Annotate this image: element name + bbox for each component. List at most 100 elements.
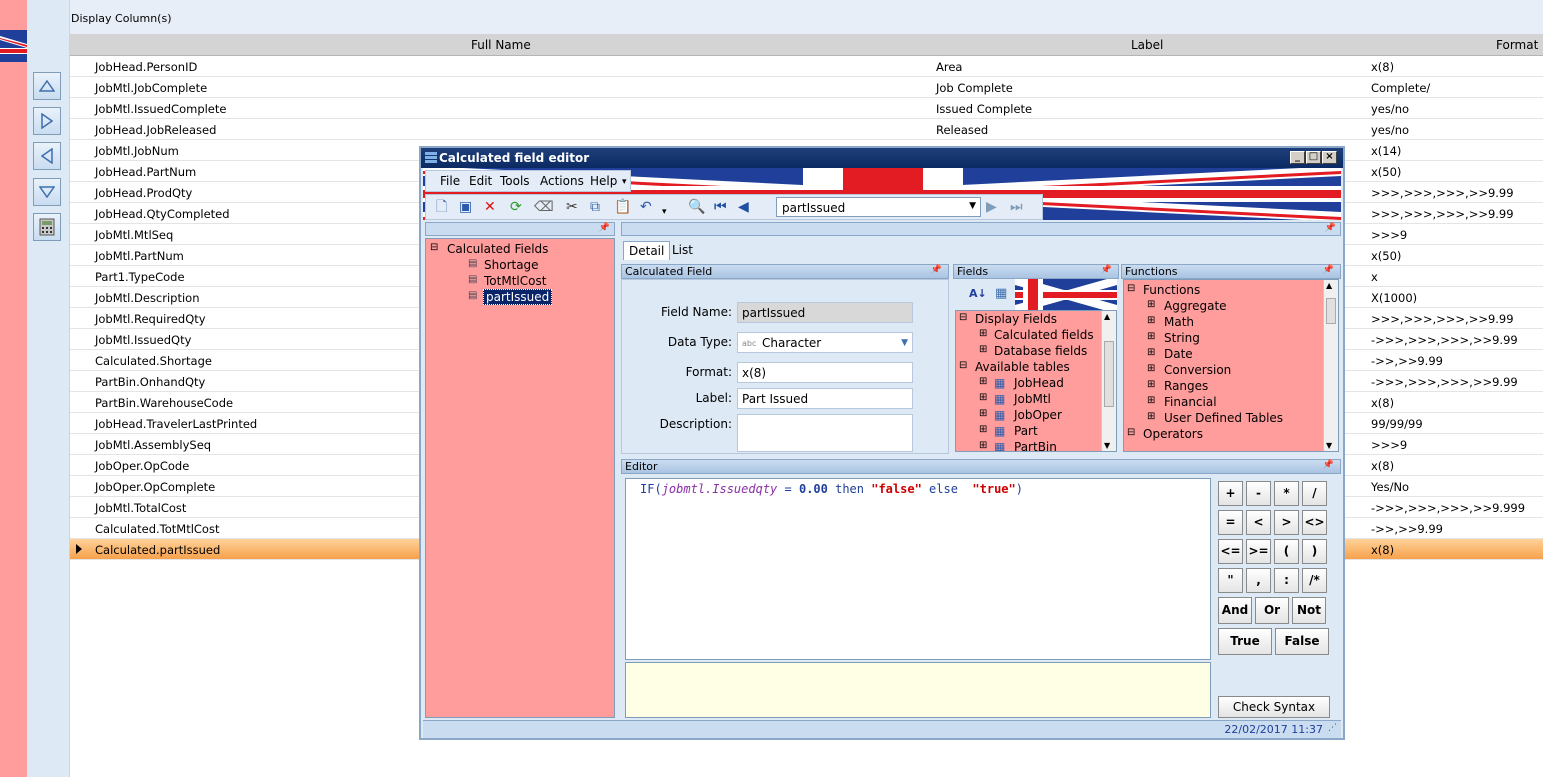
tab-detail[interactable]: Detail bbox=[623, 241, 671, 260]
sort-az-icon[interactable]: A↓ bbox=[969, 287, 987, 300]
copy-icon[interactable]: ⧉ bbox=[590, 199, 600, 215]
expand-icon[interactable]: ⊞ bbox=[979, 424, 987, 435]
function-category-node[interactable]: Aggregate bbox=[1164, 299, 1227, 313]
expand-icon[interactable]: ⊞ bbox=[1147, 315, 1155, 326]
operator-key[interactable]: " bbox=[1218, 568, 1243, 593]
previous-record-icon[interactable]: ◀ bbox=[738, 199, 749, 215]
function-category-node[interactable]: Math bbox=[1164, 315, 1194, 329]
cell-full-name[interactable]: JobHead.QtyCompleted bbox=[95, 207, 230, 221]
expand-icon[interactable]: ⊞ bbox=[1147, 395, 1155, 406]
cell-full-name[interactable]: JobHead.PersonID bbox=[95, 60, 197, 74]
cell-full-name[interactable]: Calculated.TotMtlCost bbox=[95, 522, 219, 536]
logic-or-button[interactable]: Or bbox=[1255, 597, 1289, 624]
cell-format[interactable]: yes/no bbox=[1371, 102, 1409, 116]
chevron-down-icon[interactable]: ▼ bbox=[969, 201, 976, 211]
cell-full-name[interactable]: JobMtl.JobNum bbox=[95, 144, 179, 158]
cell-full-name[interactable]: JobHead.PartNum bbox=[95, 165, 196, 179]
expand-icon[interactable]: ⊞ bbox=[1147, 299, 1155, 310]
find-icon[interactable]: 🔍 bbox=[688, 199, 705, 215]
eraser-icon[interactable]: ⌫ bbox=[534, 199, 554, 215]
logic-not-button[interactable]: Not bbox=[1292, 597, 1326, 624]
cell-format[interactable]: x(8) bbox=[1371, 543, 1394, 557]
first-record-icon[interactable]: ⏮ bbox=[714, 199, 727, 215]
logic-and-button[interactable]: And bbox=[1218, 597, 1252, 624]
table-node[interactable]: JobOper bbox=[1014, 408, 1062, 422]
refresh-icon[interactable]: ⟳ bbox=[510, 199, 522, 215]
tree-root-calculated-fields[interactable]: Calculated Fields bbox=[447, 242, 548, 256]
expand-icon[interactable]: ⊞ bbox=[979, 344, 987, 355]
cell-format[interactable]: >>>,>>>,>>>,>>9.99 bbox=[1371, 186, 1514, 200]
operator-key[interactable]: - bbox=[1246, 481, 1271, 506]
collapse-icon[interactable]: ⊟ bbox=[430, 242, 438, 253]
operator-key[interactable]: + bbox=[1218, 481, 1243, 506]
expand-icon[interactable]: ⊞ bbox=[1147, 379, 1155, 390]
scroll-down-icon[interactable]: ▼ bbox=[1104, 441, 1110, 450]
menu-help[interactable]: Help bbox=[590, 174, 617, 188]
cell-full-name[interactable]: PartBin.WarehouseCode bbox=[95, 396, 233, 410]
cell-format[interactable]: >>>9 bbox=[1371, 228, 1407, 242]
move-left-button[interactable] bbox=[33, 142, 61, 170]
cell-format[interactable]: Complete/ bbox=[1371, 81, 1430, 95]
display-fields-node[interactable]: Display Fields bbox=[975, 312, 1057, 326]
move-up-button[interactable] bbox=[33, 72, 61, 100]
cell-full-name[interactable]: JobMtl.JobComplete bbox=[95, 81, 207, 95]
table-node[interactable]: PartBin bbox=[1014, 440, 1057, 451]
maximize-button[interactable]: □ bbox=[1306, 151, 1321, 164]
collapse-icon[interactable]: ⊟ bbox=[959, 360, 967, 371]
cell-full-name[interactable]: JobHead.JobReleased bbox=[95, 123, 216, 137]
calculator-button[interactable] bbox=[33, 213, 61, 241]
cell-format[interactable]: >>>,>>>,>>>,>>9.99 bbox=[1371, 207, 1514, 221]
expand-icon[interactable]: ⊞ bbox=[1147, 411, 1155, 422]
cell-format[interactable]: >>>9 bbox=[1371, 438, 1407, 452]
expand-icon[interactable]: ⊞ bbox=[1147, 331, 1155, 342]
cell-format[interactable]: x(14) bbox=[1371, 144, 1401, 158]
menu-tools[interactable]: Tools bbox=[500, 174, 530, 188]
available-tables-node[interactable]: Available tables bbox=[975, 360, 1070, 374]
cell-format[interactable]: x(8) bbox=[1371, 396, 1394, 410]
check-syntax-button[interactable]: Check Syntax bbox=[1218, 696, 1330, 718]
table-row[interactable]: JobHead.PersonID Area x(8) bbox=[70, 56, 1543, 77]
table-row[interactable]: JobMtl.JobComplete Job Complete Complete/ bbox=[70, 77, 1543, 98]
function-category-node[interactable]: String bbox=[1164, 331, 1200, 345]
operator-key[interactable]: > bbox=[1274, 510, 1299, 535]
expand-icon[interactable]: ⊞ bbox=[1147, 363, 1155, 374]
cell-full-name[interactable]: JobMtl.AssemblySeq bbox=[95, 438, 211, 452]
tree-item-totmtlcost[interactable]: TotMtlCost bbox=[484, 274, 546, 288]
expand-icon[interactable]: ⊞ bbox=[979, 328, 987, 339]
function-category-node[interactable]: Date bbox=[1164, 347, 1193, 361]
cell-format[interactable]: ->>>,>>>,>>>,>>9.99 bbox=[1371, 375, 1518, 389]
pin-icon[interactable]: 📌 bbox=[1323, 265, 1334, 275]
cell-format[interactable]: 99/99/99 bbox=[1371, 417, 1423, 431]
expand-icon[interactable]: ⊞ bbox=[979, 440, 987, 451]
save-icon[interactable]: ▣ bbox=[459, 199, 472, 215]
move-right-button[interactable] bbox=[33, 107, 61, 135]
cell-full-name[interactable]: JobMtl.PartNum bbox=[95, 249, 184, 263]
cell-full-name[interactable]: PartBin.OnhandQty bbox=[95, 375, 205, 389]
column-header-format[interactable]: Format bbox=[1496, 38, 1538, 52]
cell-label[interactable]: Area bbox=[936, 60, 962, 74]
undo-icon[interactable]: ↶ bbox=[640, 199, 652, 215]
cell-full-name[interactable]: JobMtl.IssuedComplete bbox=[95, 102, 226, 116]
cell-format[interactable]: Yes/No bbox=[1371, 480, 1409, 494]
collapse-icon[interactable]: ⊟ bbox=[959, 312, 967, 323]
data-type-select[interactable]: abc Character ▼ bbox=[737, 332, 913, 353]
functions-root-node[interactable]: Functions bbox=[1143, 283, 1200, 297]
tab-list[interactable]: List bbox=[667, 241, 698, 259]
cell-full-name[interactable]: JobMtl.TotalCost bbox=[95, 501, 186, 515]
minimize-button[interactable]: _ bbox=[1290, 151, 1305, 164]
format-input[interactable]: x(8) bbox=[737, 362, 913, 383]
table-row[interactable]: JobHead.JobReleased Released yes/no bbox=[70, 119, 1543, 140]
menu-edit[interactable]: Edit bbox=[469, 174, 492, 188]
scroll-up-icon[interactable]: ▲ bbox=[1326, 281, 1332, 290]
operator-key[interactable]: <= bbox=[1218, 539, 1243, 564]
cell-full-name[interactable]: JobOper.OpCode bbox=[95, 459, 189, 473]
cell-format[interactable]: X(1000) bbox=[1371, 291, 1417, 305]
scroll-thumb[interactable] bbox=[1326, 298, 1336, 324]
cell-full-name[interactable]: JobMtl.MtlSeq bbox=[95, 228, 173, 242]
operators-node[interactable]: Operators bbox=[1143, 427, 1203, 441]
cell-full-name[interactable]: JobMtl.IssuedQty bbox=[95, 333, 191, 347]
pin-icon[interactable]: 📌 bbox=[1325, 223, 1336, 233]
function-category-node[interactable]: User Defined Tables bbox=[1164, 411, 1283, 425]
undo-dropdown-icon[interactable]: ▾ bbox=[662, 204, 667, 220]
operator-key[interactable]: <> bbox=[1302, 510, 1327, 535]
